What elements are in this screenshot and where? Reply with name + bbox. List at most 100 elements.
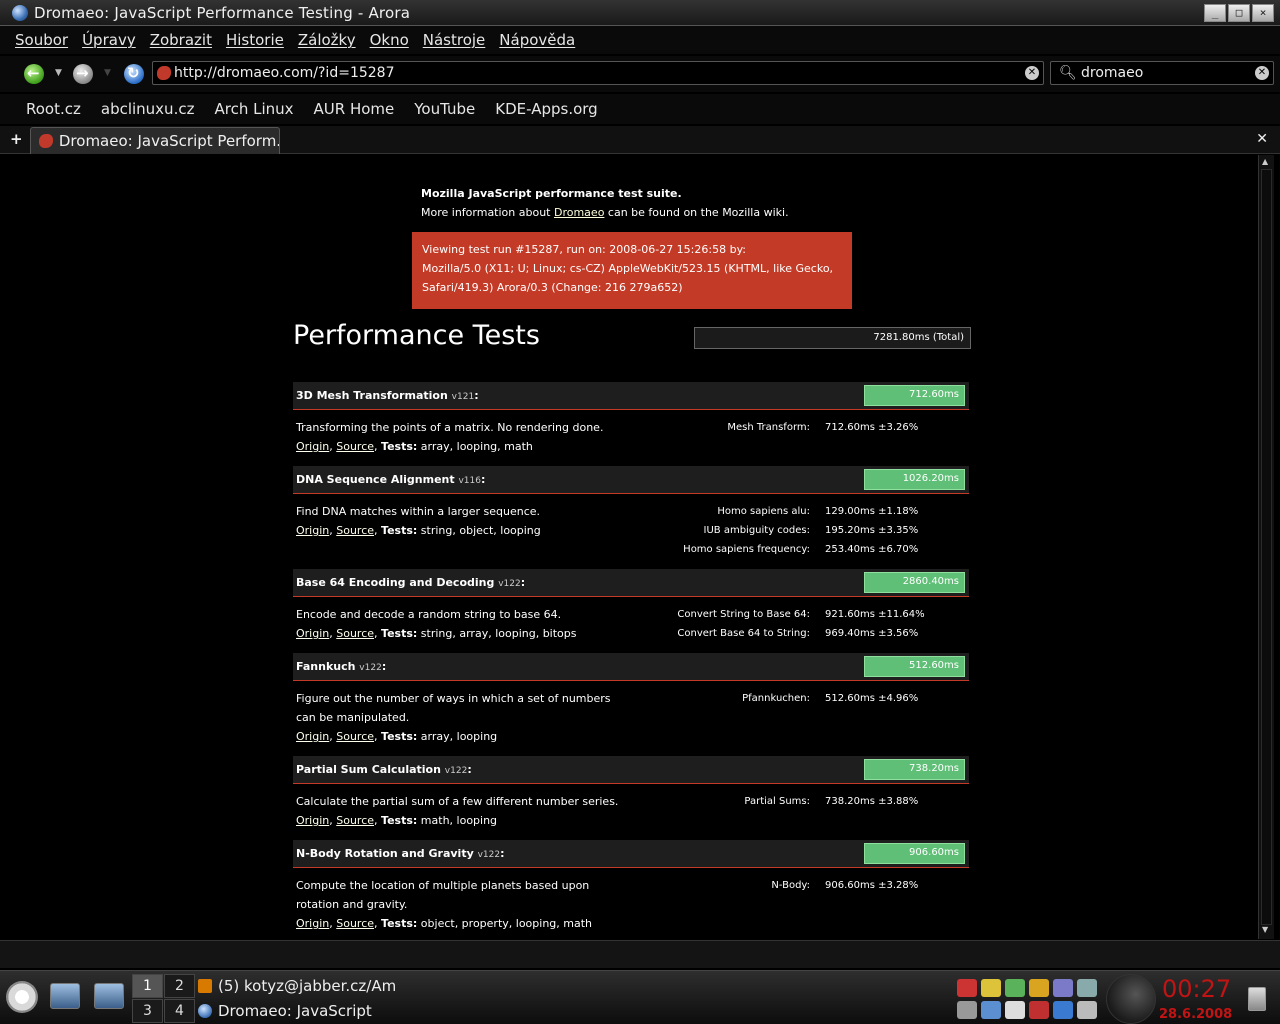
bookmark-abclinuxu[interactable]: abclinuxu.cz xyxy=(101,100,195,118)
volume-icon[interactable] xyxy=(957,1001,977,1019)
messenger-icon[interactable] xyxy=(1005,979,1025,997)
new-tab-button[interactable]: + xyxy=(10,130,23,148)
subtest-results: Homo sapiens alu: 129.00ms ±1.18% IUB ambi… xyxy=(653,502,953,559)
scroll-down-icon[interactable]: ▼ xyxy=(1262,925,1268,934)
close-tab-icon[interactable]: ✕ xyxy=(1256,131,1268,147)
source-link[interactable]: Source xyxy=(336,730,374,743)
menu-zalozky[interactable]: Záložky xyxy=(298,31,356,49)
test-block: Fannkuch v122: 512.60ms Figure out the num… xyxy=(293,653,969,743)
menu-soubor[interactable]: Soubor xyxy=(15,31,68,49)
bookmark-root[interactable]: Root.cz xyxy=(26,100,81,118)
origin-link[interactable]: Origin xyxy=(296,917,329,930)
clock[interactable]: 00:27 xyxy=(1162,975,1231,1003)
test-time-bar: 738.20ms xyxy=(864,759,965,780)
update-icon[interactable] xyxy=(1053,979,1073,997)
file-manager-icon[interactable] xyxy=(50,983,80,1009)
bookmark-aur-home[interactable]: AUR Home xyxy=(314,100,395,118)
origin-link[interactable]: Origin xyxy=(296,524,329,537)
menu-historie[interactable]: Historie xyxy=(226,31,284,49)
origin-link[interactable]: Origin xyxy=(296,627,329,640)
forward-button[interactable] xyxy=(73,64,93,84)
scrollbar-thumb[interactable] xyxy=(1261,169,1272,925)
origin-link[interactable]: Origin xyxy=(296,440,329,453)
test-links: Origin, Source, Tests: string, array, lo… xyxy=(296,627,577,640)
task-jabber[interactable]: (5) kotyz@jabber.cz/Am xyxy=(198,974,396,998)
clear-url-icon[interactable]: ✕ xyxy=(1025,66,1039,80)
tab-dromaeo[interactable]: Dromaeo: JavaScript Perform. xyxy=(30,127,280,154)
kmenu-icon[interactable] xyxy=(6,981,38,1013)
kde-icon[interactable] xyxy=(1053,1001,1073,1019)
url-text[interactable]: http://dromaeo.com/?id=15287 xyxy=(174,65,394,81)
notes-icon[interactable] xyxy=(981,979,1001,997)
status-bar xyxy=(0,940,1280,968)
test-version: v122 xyxy=(359,663,382,673)
test-version: v122 xyxy=(498,579,521,589)
source-link[interactable]: Source xyxy=(336,814,374,827)
network-icon[interactable] xyxy=(1077,979,1097,997)
menu-zobrazit[interactable]: Zobrazit xyxy=(150,31,212,49)
test-name: DNA Sequence Alignment v116: xyxy=(296,473,486,486)
minimize-button[interactable]: _ xyxy=(1204,4,1226,22)
forward-history-dropdown-icon[interactable]: ▼ xyxy=(104,68,111,78)
date[interactable]: 28.6.2008 xyxy=(1159,1007,1232,1022)
subtest-label: N-Body: xyxy=(771,880,810,891)
monitor-icon[interactable] xyxy=(981,1001,1001,1019)
task-arora[interactable]: Dromaeo: JavaScript xyxy=(198,999,372,1023)
dromaeo-link[interactable]: Dromaeo xyxy=(554,206,604,219)
subtest-value: 921.60ms ±11.64% xyxy=(825,609,925,620)
test-time: 712.60ms xyxy=(909,389,959,400)
search-text[interactable]: dromaeo xyxy=(1081,65,1143,81)
menu-okno[interactable]: Okno xyxy=(370,31,409,49)
bookmark-youtube[interactable]: YouTube xyxy=(414,100,475,118)
test-tags: string, array, looping, bitops xyxy=(420,627,577,640)
maximize-button[interactable]: □ xyxy=(1228,4,1250,22)
keyboard-layout-icon[interactable] xyxy=(957,979,977,997)
intro-text: More information about Dromaeo can be fo… xyxy=(421,206,789,219)
clipboard-icon[interactable] xyxy=(1005,1001,1025,1019)
menu-upravy[interactable]: Úpravy xyxy=(82,31,136,49)
desktop-icon[interactable] xyxy=(94,983,124,1009)
subtest-results: Mesh Transform: 712.60ms ±3.26% xyxy=(653,418,953,437)
subtest-value: 195.20ms ±3.35% xyxy=(825,525,919,536)
desktop-2[interactable]: 2 xyxy=(164,974,195,998)
search-input[interactable]: 🔍︎ dromaeo ✕ xyxy=(1050,61,1274,85)
reload-button[interactable] xyxy=(124,64,144,84)
source-link[interactable]: Source xyxy=(336,440,374,453)
desktop-4[interactable]: 4 xyxy=(164,999,195,1023)
test-links: Origin, Source, Tests: math, looping xyxy=(296,814,498,827)
test-description: Transforming the points of a matrix. No … xyxy=(296,418,626,456)
source-link[interactable]: Source xyxy=(336,917,374,930)
test-header: Base 64 Encoding and Decoding v122: 2860.… xyxy=(293,569,969,597)
bookmark-arch-linux[interactable]: Arch Linux xyxy=(214,100,293,118)
source-link[interactable]: Source xyxy=(336,524,374,537)
subtest-value: 253.40ms ±6.70% xyxy=(825,544,919,555)
menu-nastroje[interactable]: Nástroje xyxy=(423,31,486,49)
menu-napoveda[interactable]: Nápověda xyxy=(499,31,575,49)
bookmark-kde-apps[interactable]: KDE-Apps.org xyxy=(495,100,597,118)
back-history-dropdown-icon[interactable]: ▼ xyxy=(55,68,62,78)
desktop-1[interactable]: 1 xyxy=(132,974,163,998)
origin-link[interactable]: Origin xyxy=(296,730,329,743)
trash-icon[interactable] xyxy=(1248,987,1266,1011)
scroll-up-icon[interactable]: ▲ xyxy=(1262,157,1268,166)
notification-icon[interactable] xyxy=(1077,1001,1097,1019)
source-link[interactable]: Source xyxy=(336,627,374,640)
kde-taskbar: 1 2 3 4 (5) kotyz@jabber.cz/Am Dromaeo: … xyxy=(0,970,1280,1024)
test-tags: math, looping xyxy=(420,814,498,827)
window-titlebar[interactable]: Dromaeo: JavaScript Performance Testing … xyxy=(0,0,1280,26)
search-icon[interactable]: 🔍︎ xyxy=(1059,65,1081,81)
mail-icon[interactable] xyxy=(1029,1001,1049,1019)
vertical-scrollbar[interactable]: ▲ ▼ xyxy=(1258,155,1274,939)
origin-link[interactable]: Origin xyxy=(296,814,329,827)
test-description: Figure out the number of ways in which a… xyxy=(296,689,626,746)
back-button[interactable] xyxy=(24,64,44,84)
tab-label: Dromaeo: JavaScript Perform. xyxy=(58,132,279,150)
test-run-info: Viewing test run #15287, run on: 2008-06… xyxy=(412,232,852,309)
desktop-3[interactable]: 3 xyxy=(132,999,163,1023)
close-button[interactable]: × xyxy=(1252,4,1274,22)
bag-icon[interactable] xyxy=(1029,979,1049,997)
url-input[interactable]: http://dromaeo.com/?id=15287 ✕ xyxy=(152,61,1044,85)
subtest-row: Mesh Transform: 712.60ms ±3.26% xyxy=(653,418,953,437)
clear-search-icon[interactable]: ✕ xyxy=(1255,66,1269,80)
subtest-results: N-Body: 906.60ms ±3.28% xyxy=(653,876,953,895)
